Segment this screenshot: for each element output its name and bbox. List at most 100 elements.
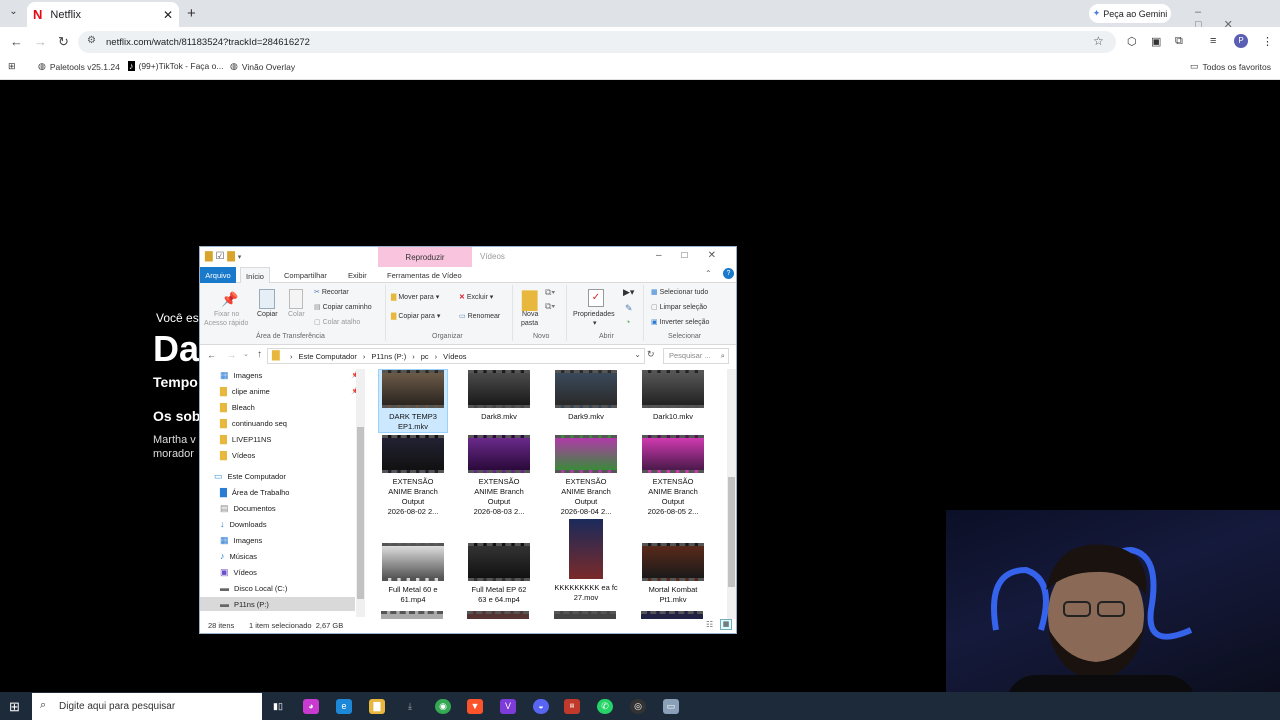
file-item[interactable]: Dark9.mkv: [551, 370, 621, 422]
obs-icon[interactable]: ◎: [630, 699, 646, 714]
app-icon[interactable]: ▭: [663, 699, 679, 714]
extension-icon[interactable]: ⬡: [1127, 35, 1137, 48]
ribbon-collapse-chevron-icon[interactable]: ⌃: [705, 269, 712, 278]
new-item-icon[interactable]: ⧉▾: [545, 287, 555, 298]
nav-item-downloads[interactable]: ↓ Downloads: [220, 517, 360, 531]
path-pc[interactable]: pc: [421, 352, 429, 361]
extensions-puzzle-icon[interactable]: ⧉: [1175, 35, 1183, 48]
nav-item-clipe-anime[interactable]: ▇clipe anime📌: [220, 384, 360, 398]
task-view-icon[interactable]: ▮▯: [270, 699, 286, 714]
nav-scrollbar-thumb[interactable]: [357, 427, 364, 599]
file-item[interactable]: Dark8.mkv: [464, 370, 534, 422]
back-arrow-icon[interactable]: ←: [10, 34, 23, 49]
explorer-window-controls[interactable]: –□✕: [656, 250, 736, 261]
search-input[interactable]: Pesquisar ... ⌕: [663, 348, 729, 364]
nav-item-este-computador[interactable]: ▭ Este Computador: [214, 469, 354, 483]
profile-avatar[interactable]: P: [1234, 34, 1248, 48]
refresh-icon[interactable]: ↻: [647, 349, 655, 360]
video-thumbnail-partial[interactable]: [641, 611, 703, 619]
tab-search-chevron-icon[interactable]: ⌄: [6, 6, 21, 21]
taskbar-search-input[interactable]: ⌕ Digite aqui para pesquisar: [32, 693, 262, 720]
tab-compartilhar[interactable]: Compartilhar: [284, 271, 327, 280]
file-item[interactable]: EXTENSÃO ANIME Branch Output 2026-08-05 …: [638, 435, 708, 517]
tab-ferramentas-video[interactable]: Ferramentas de Vídeo: [387, 271, 462, 280]
file-item[interactable]: KKKKKKKKK ea fc 27.mov: [551, 519, 621, 603]
file-item[interactable]: DARK TEMP3 EP1.mkv: [378, 369, 448, 433]
help-icon[interactable]: ?: [723, 268, 734, 279]
copiar-button[interactable]: Copiar: [257, 311, 278, 318]
recent-locations-chevron-icon[interactable]: ⌄: [243, 350, 249, 358]
limpar-selecao-button[interactable]: ▢ Limpar seleção: [651, 303, 707, 311]
forward-arrow-icon[interactable]: →: [34, 34, 47, 49]
new-tab-button[interactable]: +: [187, 5, 196, 22]
windows-start-icon[interactable]: ⊞: [9, 699, 20, 715]
address-path[interactable]: ▇ › Este Computador › P11ns (P:) › pc › …: [267, 348, 645, 364]
extension-icon[interactable]: ▣: [1151, 35, 1161, 48]
video-thumbnail-partial[interactable]: [381, 611, 443, 619]
quick-access-toolbar-icons[interactable]: ▇ ☑ ▇ ▾: [205, 251, 241, 262]
propriedades-button[interactable]: Propriedades: [573, 311, 615, 318]
nav-item-disco-local[interactable]: ▬ Disco Local (C:): [220, 581, 360, 595]
recortar-button[interactable]: ✂ Recortar: [314, 288, 349, 296]
chrome-icon[interactable]: ◉: [435, 699, 451, 714]
file-item[interactable]: EXTENSÃO ANIME Branch Output 2026-08-04 …: [551, 435, 621, 517]
app-icon[interactable]: ⤓: [402, 699, 418, 714]
reproduzir-context-tab[interactable]: Reproduzir: [378, 247, 472, 267]
video-thumbnail-partial[interactable]: [467, 611, 529, 619]
properties-check-icon[interactable]: ✓: [588, 289, 604, 307]
nav-item-imagens[interactable]: ▦ Imagens: [220, 533, 360, 547]
nav-item-musicas[interactable]: ♪ Músicas: [220, 549, 360, 563]
bookmark-star-icon[interactable]: ☆: [1093, 34, 1104, 48]
pin-icon[interactable]: 📌: [221, 291, 238, 308]
nova-pasta-label-2[interactable]: pasta: [521, 320, 538, 327]
site-info-icon[interactable]: ⚙: [87, 35, 96, 46]
all-bookmarks-folder[interactable]: ▭ Todos os favoritos: [1190, 61, 1271, 72]
reading-list-icon[interactable]: ≡: [1210, 35, 1216, 47]
propriedades-dropdown-icon[interactable]: ▾: [593, 319, 597, 327]
address-bar[interactable]: ⚙ netflix.com/watch/81183524?trackId=284…: [78, 31, 1116, 53]
path-p11ns[interactable]: P11ns (P:): [371, 352, 406, 361]
colar-button[interactable]: Colar: [288, 311, 305, 318]
copy-icon[interactable]: [259, 289, 275, 309]
browser-tab-netflix[interactable]: N Netflix ✕: [27, 2, 179, 27]
nav-item-videos-quick[interactable]: ▇ Vídeos: [220, 448, 360, 462]
nav-item-p11ns-selected[interactable]: ▬ P11ns (P:): [200, 597, 355, 611]
nav-item-livep11ns[interactable]: ▇ LIVEP11NS: [220, 432, 360, 446]
excluir-button[interactable]: ✕ Excluir ▾: [459, 293, 493, 301]
nav-item-continuando-seq[interactable]: ▇ continuando seq: [220, 416, 360, 430]
colar-atalho-button[interactable]: ▢ Colar atalho: [314, 318, 360, 326]
history-icon[interactable]: ◔: [625, 317, 630, 327]
forward-arrow-icon[interactable]: →: [227, 350, 236, 360]
path-este-computador[interactable]: Este Computador: [299, 352, 357, 361]
nova-pasta-label-1[interactable]: Nova: [522, 311, 538, 318]
tab-arquivo[interactable]: Arquivo: [200, 267, 236, 283]
file-item[interactable]: EXTENSÃO ANIME Branch Output 2026-08-02 …: [378, 435, 448, 517]
menu-kebab-icon[interactable]: ⋮: [1262, 35, 1273, 48]
large-icons-view-icon[interactable]: ▦: [720, 619, 732, 630]
file-item[interactable]: Full Metal EP 62 63 e 64.mp4: [464, 543, 534, 605]
back-arrow-icon[interactable]: ←: [207, 350, 216, 360]
renomear-button[interactable]: ▭ Renomear: [459, 312, 500, 320]
bookmark-vinao[interactable]: ◍ Vinão Overlay: [230, 61, 295, 72]
copiar-para-button[interactable]: ▇ Copiar para ▾: [391, 312, 440, 320]
whatsapp-icon[interactable]: ✆: [597, 699, 613, 714]
nav-item-imagens-pinned[interactable]: ▦Imagens📌: [220, 368, 360, 382]
file-explorer-icon[interactable]: ▇: [369, 699, 385, 714]
video-thumbnail-partial[interactable]: [554, 611, 616, 619]
close-tab-icon[interactable]: ✕: [163, 8, 173, 22]
file-item[interactable]: EXTENSÃO ANIME Branch Output 2026-08-03 …: [464, 435, 534, 517]
file-item[interactable]: Dark10.mkv: [638, 370, 708, 422]
paste-icon[interactable]: [289, 289, 303, 309]
path-videos[interactable]: Vídeos: [443, 352, 466, 361]
bookmark-tiktok[interactable]: ♪ (99+)TikTok - Faça o...: [128, 61, 223, 71]
new-folder-icon[interactable]: ▇: [522, 287, 537, 312]
file-item[interactable]: Full Metal 60 e 61.mp4: [378, 543, 448, 605]
details-view-icon[interactable]: ☷: [706, 620, 713, 629]
fixar-label-1[interactable]: Fixar no: [214, 311, 239, 318]
nav-item-videos[interactable]: ▣ Vídeos: [220, 565, 360, 579]
reload-icon[interactable]: ↻: [58, 34, 69, 50]
nav-item-bleach[interactable]: ▇ Bleach: [220, 400, 360, 414]
easy-access-icon[interactable]: ⧉▾: [545, 301, 555, 312]
ask-gemini-button[interactable]: ✦ Peça ao Gemini: [1089, 4, 1171, 23]
copilot-icon[interactable]: ◕: [303, 699, 319, 714]
